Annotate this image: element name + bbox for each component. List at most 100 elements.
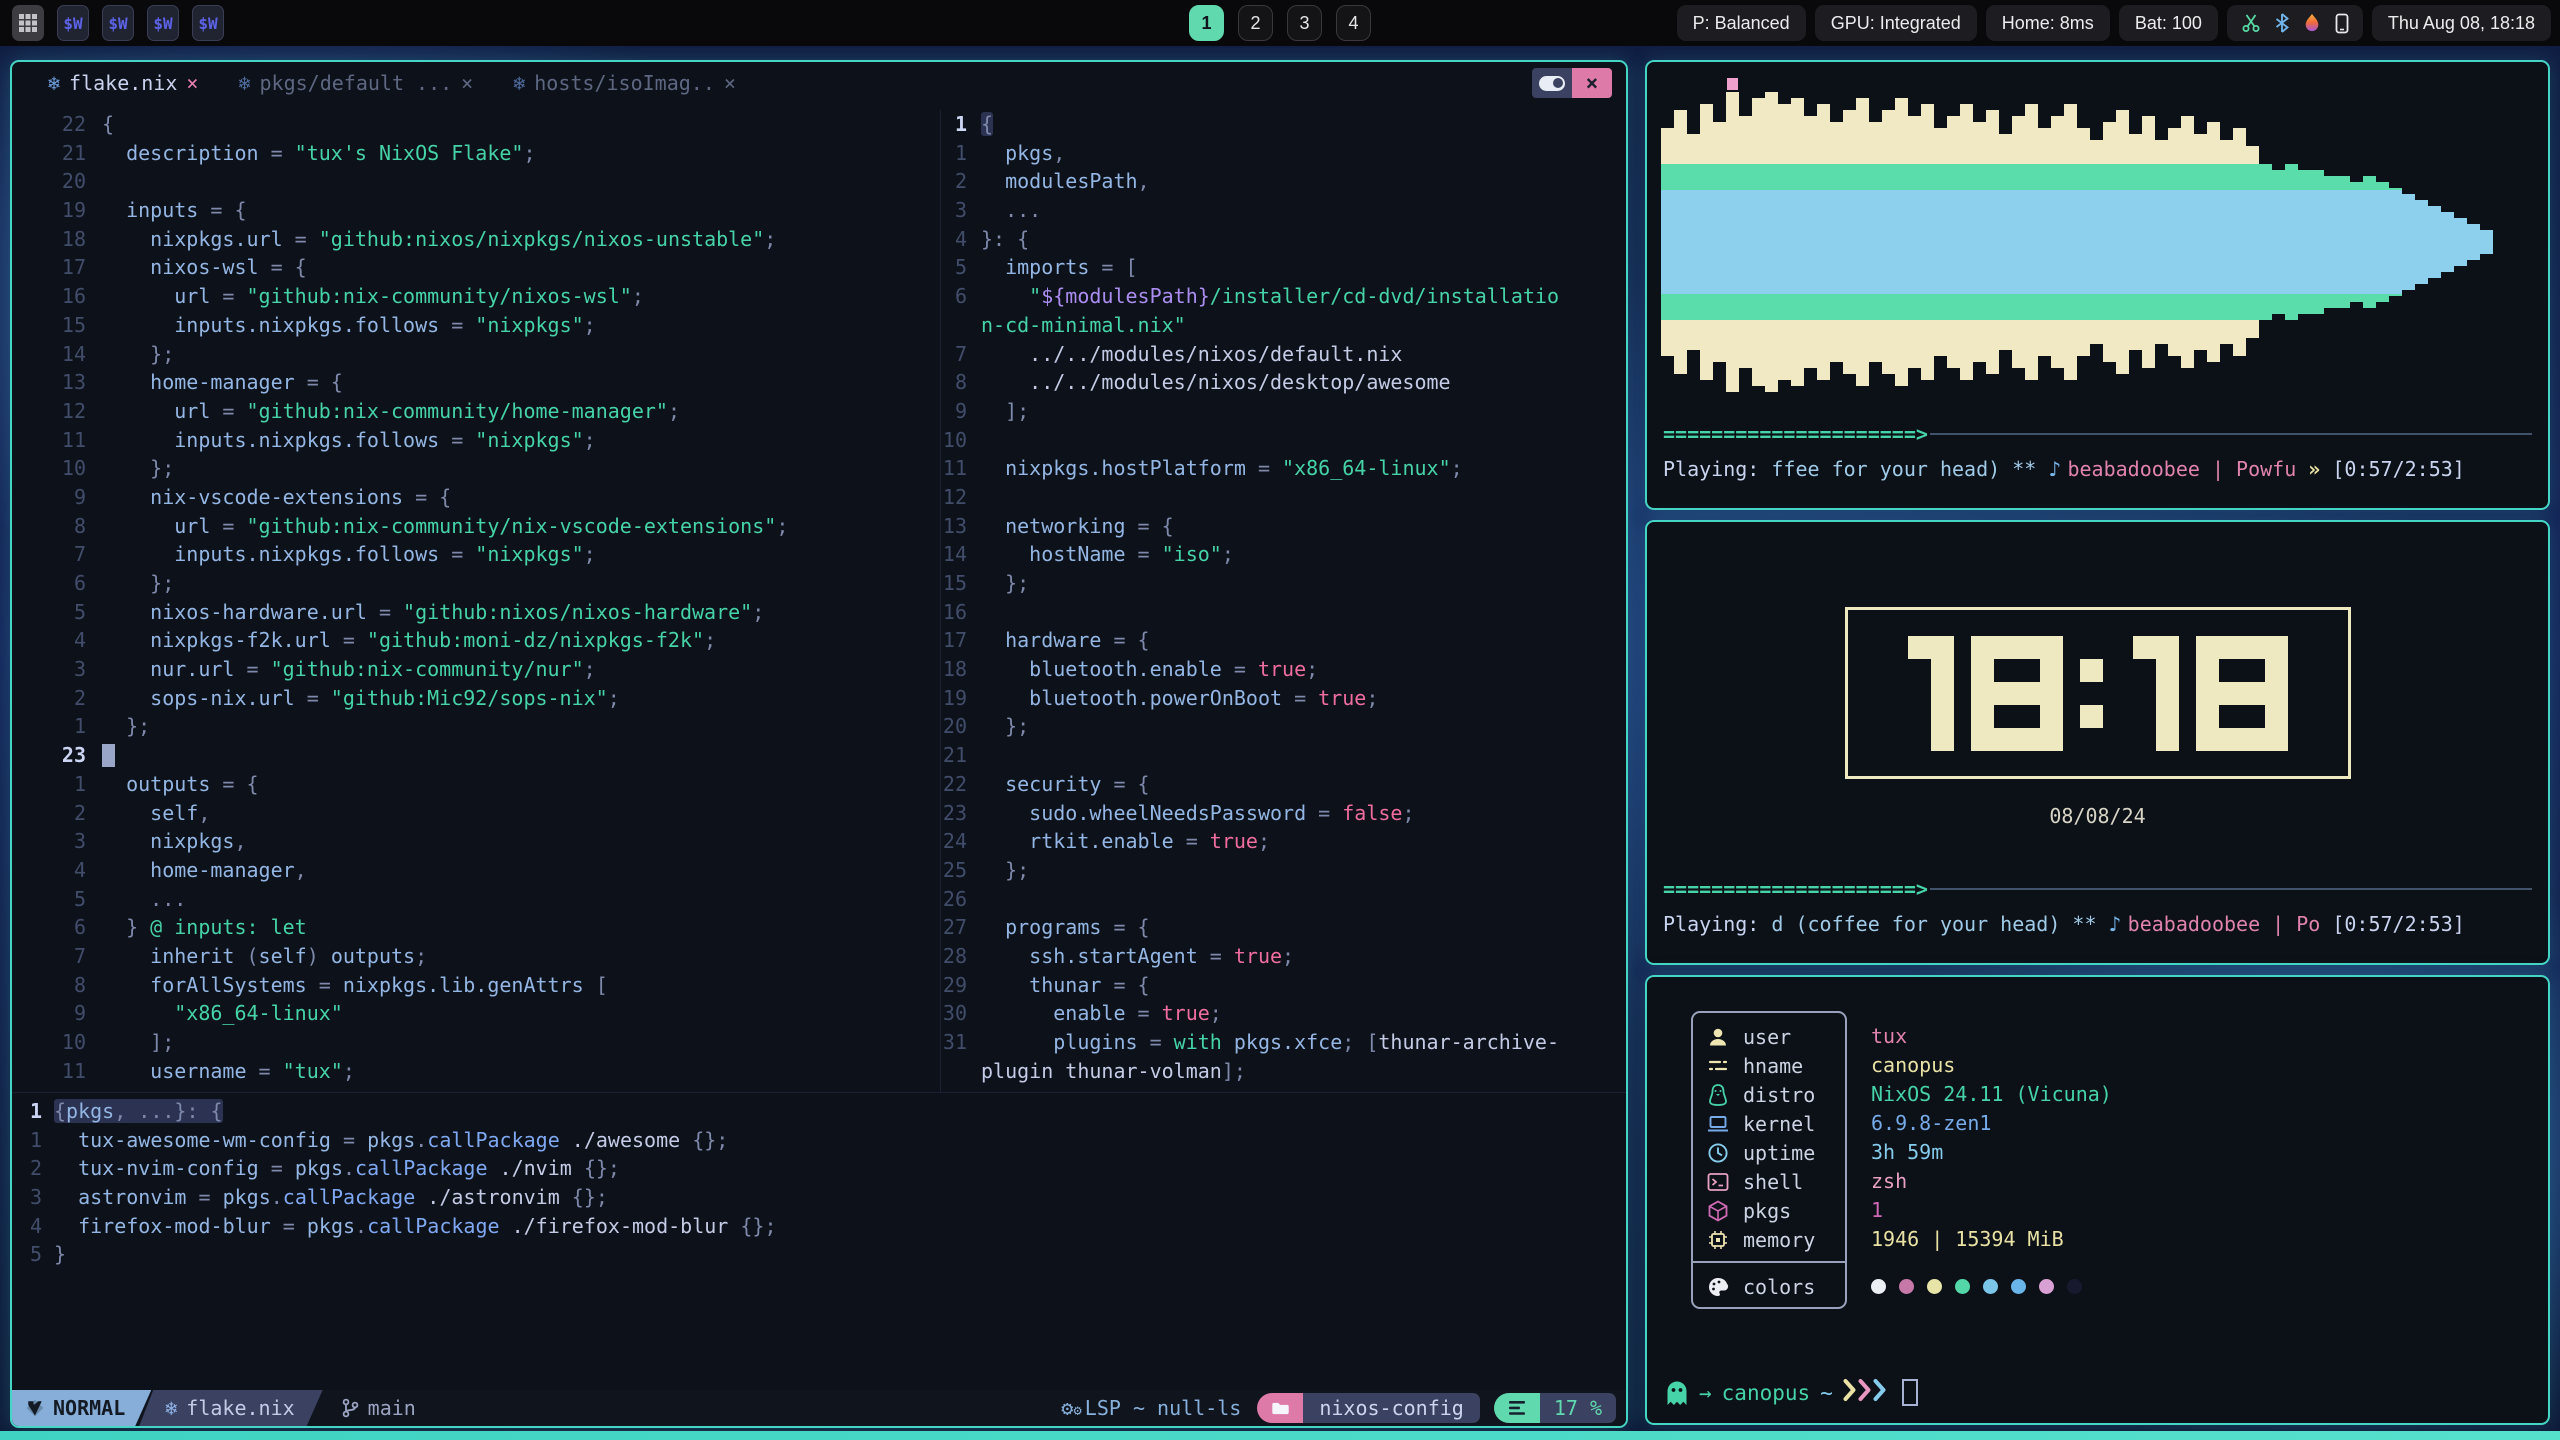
tab-close-icon[interactable]: × xyxy=(186,71,198,95)
code-line[interactable]: 14 }; xyxy=(12,340,940,369)
code-line[interactable]: 7 inputs.nixpkgs.follows = "nixpkgs"; xyxy=(12,540,940,569)
code-line[interactable]: 1 outputs = { xyxy=(12,770,940,799)
code-line[interactable]: 14 hostName = "iso"; xyxy=(941,540,1626,569)
code-line[interactable]: 11 username = "tux"; xyxy=(12,1057,940,1086)
code-line[interactable]: 12 url = "github:nix-community/home-mana… xyxy=(12,397,940,426)
code-line[interactable]: plugin thunar-volman]; xyxy=(941,1057,1626,1086)
flame-icon[interactable] xyxy=(2303,13,2321,33)
code-line[interactable]: 29 thunar = { xyxy=(941,971,1626,1000)
code-line[interactable]: 5 nixos-hardware.url = "github:nixos/nix… xyxy=(12,598,940,627)
code-line[interactable]: 21 description = "tux's NixOS Flake"; xyxy=(12,139,940,168)
code-line[interactable]: 10 xyxy=(941,426,1626,455)
code-line[interactable]: 4}: { xyxy=(941,225,1626,254)
code-line[interactable]: 1{ xyxy=(941,110,1626,139)
code-line[interactable]: 30 enable = true; xyxy=(941,999,1626,1028)
code-line[interactable]: 1{pkgs, ...}: { xyxy=(12,1097,1626,1126)
code-line[interactable]: 4 nixpkgs-f2k.url = "github:moni-dz/nixp… xyxy=(12,626,940,655)
code-line[interactable]: 23 sudo.wheelNeedsPassword = false; xyxy=(941,799,1626,828)
code-line[interactable]: 27 programs = { xyxy=(941,913,1626,942)
code-line[interactable]: 4 home-manager, xyxy=(12,856,940,885)
code-line[interactable]: 1 pkgs, xyxy=(941,139,1626,168)
code-line[interactable]: n-cd-minimal.nix" xyxy=(941,311,1626,340)
tab-hosts-isoImag-[interactable]: ❄hosts/isoImag..× xyxy=(513,71,736,95)
code-line[interactable]: 1 }; xyxy=(12,712,940,741)
code-line[interactable]: 2 self, xyxy=(12,799,940,828)
code-line[interactable]: 17 nixos-wsl = { xyxy=(12,253,940,282)
code-line[interactable]: 19 inputs = { xyxy=(12,196,940,225)
code-line[interactable]: 3 ... xyxy=(941,196,1626,225)
code-line[interactable]: 3 nur.url = "github:nix-community/nur"; xyxy=(12,655,940,684)
status-pill-gpu[interactable]: GPU: Integrated xyxy=(1815,5,1977,41)
code-line[interactable]: 9 ]; xyxy=(941,397,1626,426)
code-line[interactable]: 15 inputs.nixpkgs.follows = "nixpkgs"; xyxy=(12,311,940,340)
status-pill-home[interactable]: Home: 8ms xyxy=(1986,5,2110,41)
code-line[interactable]: 17 hardware = { xyxy=(941,626,1626,655)
code-line[interactable]: 5 imports = [ xyxy=(941,253,1626,282)
bluetooth-icon[interactable] xyxy=(2275,13,2289,33)
code-line[interactable]: 18 bluetooth.enable = true; xyxy=(941,655,1626,684)
code-line[interactable]: 19 bluetooth.powerOnBoot = true; xyxy=(941,684,1626,713)
code-line[interactable]: 15 }; xyxy=(941,569,1626,598)
tab-close-icon[interactable]: × xyxy=(461,71,473,95)
workspace-button-1[interactable]: $W xyxy=(57,5,89,41)
code-line[interactable]: 7 inherit (self) outputs; xyxy=(12,942,940,971)
tag-4[interactable]: 4 xyxy=(1336,5,1371,41)
code-line[interactable]: 22 security = { xyxy=(941,770,1626,799)
code-line[interactable]: 31 plugins = with pkgs.xfce; [thunar-arc… xyxy=(941,1028,1626,1057)
code-line[interactable]: 6 }; xyxy=(12,569,940,598)
code-line[interactable]: 3 astronvim = pkgs.callPackage ./astronv… xyxy=(12,1183,1626,1212)
code-line[interactable]: 22{ xyxy=(12,110,940,139)
code-line[interactable]: 5} xyxy=(12,1240,1626,1269)
code-line[interactable]: 2 tux-nvim-config = pkgs.callPackage ./n… xyxy=(12,1154,1626,1183)
code-line[interactable]: 9 nix-vscode-extensions = { xyxy=(12,483,940,512)
toggle-button[interactable] xyxy=(1532,68,1572,98)
phone-icon[interactable] xyxy=(2335,13,2349,34)
scissors-icon[interactable] xyxy=(2241,13,2261,33)
tag-2[interactable]: 2 xyxy=(1238,5,1273,41)
code-line[interactable]: 10 }; xyxy=(12,454,940,483)
code-line[interactable]: 25 }; xyxy=(941,856,1626,885)
code-line[interactable]: 2 sops-nix.url = "github:Mic92/sops-nix"… xyxy=(12,684,940,713)
tab-close-icon[interactable]: × xyxy=(724,71,736,95)
code-line[interactable]: 9 "x86_64-linux" xyxy=(12,999,940,1028)
workspace-button-4[interactable]: $W xyxy=(192,5,224,41)
code-line[interactable]: 18 nixpkgs.url = "github:nixos/nixpkgs/n… xyxy=(12,225,940,254)
tag-1[interactable]: 1 xyxy=(1189,5,1224,41)
code-line[interactable]: 8 ../../modules/nixos/desktop/awesome xyxy=(941,368,1626,397)
tag-3[interactable]: 3 xyxy=(1287,5,1322,41)
code-line[interactable]: 16 url = "github:nix-community/nixos-wsl… xyxy=(12,282,940,311)
code-line[interactable]: 2 modulesPath, xyxy=(941,167,1626,196)
code-line[interactable]: 16 xyxy=(941,598,1626,627)
code-line[interactable]: 5 ... xyxy=(12,885,940,914)
code-line[interactable]: 4 firefox-mod-blur = pkgs.callPackage ./… xyxy=(12,1212,1626,1241)
window-close-button[interactable]: × xyxy=(1572,68,1612,98)
code-line[interactable]: 20 }; xyxy=(941,712,1626,741)
code-line[interactable]: 21 xyxy=(941,741,1626,770)
code-line[interactable]: 23 xyxy=(12,741,940,770)
code-line[interactable]: 20 xyxy=(12,167,940,196)
code-line[interactable]: 8 url = "github:nix-community/nix-vscode… xyxy=(12,512,940,541)
code-line[interactable]: 3 nixpkgs, xyxy=(12,827,940,856)
code-line[interactable]: 1 tux-awesome-wm-config = pkgs.callPacka… xyxy=(12,1126,1626,1155)
code-line[interactable]: 12 xyxy=(941,483,1626,512)
tab-pkgs-default-[interactable]: ❄pkgs/default ...× xyxy=(238,71,473,95)
tab-flake-nix[interactable]: ❄flake.nix× xyxy=(48,71,198,95)
code-line[interactable]: 26 xyxy=(941,885,1626,914)
code-line[interactable]: 7 ../../modules/nixos/default.nix xyxy=(941,340,1626,369)
code-line[interactable]: 10 ]; xyxy=(12,1028,940,1057)
status-pill-p[interactable]: P: Balanced xyxy=(1677,5,1806,41)
code-line[interactable]: 24 rtkit.enable = true; xyxy=(941,827,1626,856)
code-line[interactable]: 6 } @ inputs: let xyxy=(12,913,940,942)
code-line[interactable]: 11 nixpkgs.hostPlatform = "x86_64-linux"… xyxy=(941,454,1626,483)
workspace-button-3[interactable]: $W xyxy=(147,5,179,41)
code-line[interactable]: 28 ssh.startAgent = true; xyxy=(941,942,1626,971)
status-pill-bat[interactable]: Bat: 100 xyxy=(2119,5,2218,41)
code-line[interactable]: 6 "${modulesPath}/installer/cd-dvd/insta… xyxy=(941,282,1626,311)
code-line[interactable]: 13 home-manager = { xyxy=(12,368,940,397)
terminal-cursor[interactable] xyxy=(1902,1379,1918,1406)
clock-pill[interactable]: Thu Aug 08, 18:18 xyxy=(2372,5,2551,41)
shell-prompt[interactable]: → canopus ~ xyxy=(1665,1378,1918,1407)
app-launcher-button[interactable] xyxy=(12,5,44,41)
code-line[interactable]: 11 inputs.nixpkgs.follows = "nixpkgs"; xyxy=(12,426,940,455)
code-line[interactable]: 13 networking = { xyxy=(941,512,1626,541)
